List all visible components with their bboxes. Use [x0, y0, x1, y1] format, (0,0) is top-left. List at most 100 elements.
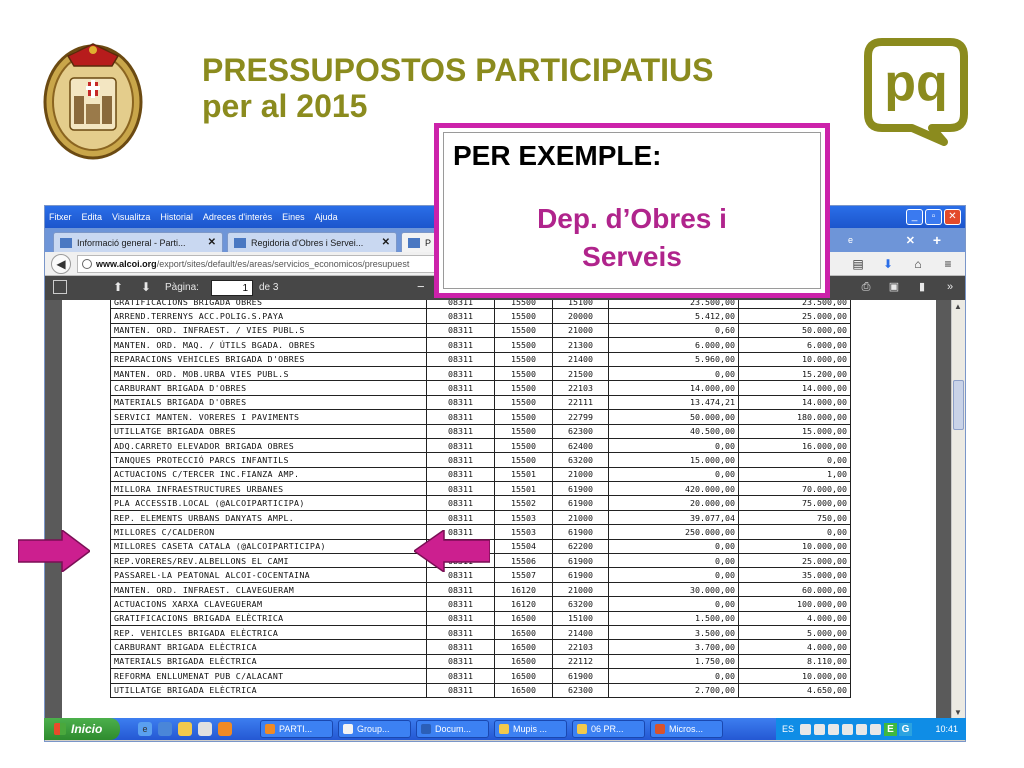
amount-2015: 4.000,00 — [738, 639, 851, 655]
taskbar-item[interactable]: Group... — [338, 720, 411, 738]
start-button[interactable]: Inicio — [44, 718, 120, 740]
download-arrow-icon[interactable]: ⬇ — [879, 255, 897, 273]
amount-2014: 0,00 — [608, 596, 739, 612]
taskbar-item[interactable]: PARTI... — [260, 720, 333, 738]
amount-2015: 6.000,00 — [738, 337, 851, 353]
amount-2015: 70.000,00 — [738, 481, 851, 497]
amount-2015: 15.000,00 — [738, 423, 851, 439]
economic-code: 62300 — [552, 423, 609, 439]
globe-icon — [82, 259, 92, 269]
url-domain: www.alcoi.org — [96, 259, 157, 269]
organic-code: 08311 — [426, 481, 495, 497]
tab-close-icon[interactable]: ✕ — [208, 237, 216, 248]
budget-item-name: REP. ELEMENTS URBANS DANYATS AMPL. — [110, 509, 427, 526]
tray-e-icon[interactable]: E — [884, 722, 898, 736]
outlook-icon[interactable] — [158, 722, 172, 736]
back-arrow-icon[interactable]: ◀ — [51, 254, 71, 274]
organic-code: 08311 — [426, 682, 495, 698]
menu-adreces[interactable]: Adreces d'interès — [203, 212, 272, 222]
tray-help-icon[interactable] — [800, 723, 812, 735]
amount-2015: 25.000,00 — [738, 308, 851, 324]
program-code: 15506 — [494, 553, 553, 569]
amount-2015: 10.000,00 — [738, 668, 851, 684]
tray-monitor-icon[interactable] — [870, 723, 882, 735]
tray-printer-icon[interactable] — [828, 723, 840, 735]
language-indicator[interactable]: ES — [782, 724, 794, 734]
folder-icon[interactable] — [178, 722, 192, 736]
media-icon[interactable] — [198, 722, 212, 736]
ie-icon[interactable]: e — [138, 722, 152, 736]
organic-code: 08311 — [426, 452, 495, 468]
organic-code: 08311 — [426, 308, 495, 324]
minimize-icon[interactable]: _ — [906, 209, 923, 225]
previous-page-icon[interactable]: ⬆ — [113, 280, 123, 294]
taskbar-item[interactable]: 06 PR... — [572, 720, 645, 738]
budget-item-name: ACTUACIONS XARXA CLAVEGUERAM — [110, 596, 427, 612]
menu-eines[interactable]: Eines — [282, 212, 305, 222]
table-row: UTILLATGE BRIGADA OBRES 08311 15500 62300 40… — [110, 423, 851, 439]
budget-item-name: REFORMA ENLLUMENAT PUB C/ALACANT — [110, 668, 427, 684]
amount-2014: 0,60 — [608, 322, 739, 339]
economic-code: 61900 — [552, 553, 609, 569]
tray-security-icon[interactable] — [856, 723, 868, 735]
tray-g-icon[interactable]: G — [899, 722, 913, 736]
program-code: 15504 — [494, 538, 553, 555]
program-code: 16500 — [494, 610, 553, 626]
budget-item-name: PASSAREL·LA PEATONAL ALCOI-COCENTAINA — [110, 567, 427, 583]
menu-fitxer[interactable]: Fitxer — [49, 212, 72, 222]
amount-2014: 3.500,00 — [608, 624, 739, 641]
more-tools-icon[interactable]: » — [943, 280, 957, 294]
amount-2015: 4.650,00 — [738, 682, 851, 698]
bookmark-icon[interactable]: ▮ — [915, 280, 929, 294]
tab-informacio-general[interactable]: Informació general - Parti... ✕ — [53, 232, 223, 252]
vertical-scrollbar[interactable]: ▲ ▼ — [951, 300, 965, 719]
amount-2015: 35.000,00 — [738, 567, 851, 583]
tab-close-icon[interactable]: ✕ — [906, 234, 915, 247]
maximize-icon[interactable]: ▫ — [925, 209, 942, 225]
sidebar-toggle-icon[interactable] — [53, 280, 67, 294]
budget-item-name: MILLORES CASETA CATALA (@ALCOIPARTICIPA) — [110, 538, 427, 555]
close-icon[interactable]: ✕ — [944, 209, 961, 225]
taskbar-item[interactable]: Micros... — [650, 720, 723, 738]
organic-code: 08311 — [426, 409, 495, 425]
tab-regidoria-obres[interactable]: Regidoria d'Obres i Servei... ✕ — [227, 232, 397, 252]
tab-close-icon[interactable]: ✕ — [382, 237, 390, 248]
tray-volume-icon[interactable] — [842, 723, 854, 735]
scroll-down-icon[interactable]: ▼ — [954, 708, 962, 717]
new-tab-plus-icon[interactable]: + — [933, 232, 941, 248]
menu-ajuda[interactable]: Ajuda — [315, 212, 338, 222]
amount-2015: 10.000,00 — [738, 351, 851, 367]
save-icon[interactable]: ▣ — [887, 280, 901, 294]
program-code: 15500 — [494, 437, 553, 454]
economic-code: 22103 — [552, 380, 609, 396]
scrollbar-thumb[interactable] — [953, 380, 964, 430]
table-row: CARBURANT BRIGADA D'OBRES 08311 15500 22103… — [110, 380, 851, 396]
taskbar-item[interactable]: Mupis ... — [494, 720, 567, 738]
economic-code: 21500 — [552, 365, 609, 382]
hamburger-menu-icon[interactable]: ≡ — [939, 255, 957, 273]
firefox-icon[interactable] — [218, 722, 232, 736]
print-icon[interactable]: ⎙ — [859, 280, 873, 294]
tray-network-icon[interactable] — [814, 723, 826, 735]
clipboard-icon[interactable]: ▤ — [849, 255, 867, 273]
amount-2014: 39.077,04 — [608, 509, 739, 526]
menu-historial[interactable]: Historial — [160, 212, 193, 222]
slide-title-line2: per al 2015 — [202, 88, 368, 124]
firefox-icon — [265, 724, 275, 734]
amount-2015: 0,00 — [738, 452, 851, 468]
zoom-out-icon[interactable]: − — [417, 279, 425, 294]
page-number-input[interactable]: 1 — [211, 280, 253, 296]
scroll-up-icon[interactable]: ▲ — [954, 302, 962, 311]
next-page-icon[interactable]: ⬇ — [141, 280, 151, 294]
url-field[interactable]: www.alcoi.org/export/sites/default/es/ar… — [77, 255, 442, 273]
budget-item-name: MANTEN. ORD. MOB.URBA VIES PUBL.S — [110, 365, 427, 382]
amount-2014: 13.474,21 — [608, 394, 739, 411]
home-icon[interactable]: ⌂ — [909, 255, 927, 273]
pdf-document-area[interactable]: GRATIFICACIONS BRIGADA OBRES 08311 15500 15… — [45, 300, 953, 719]
taskbar-item[interactable]: Docum... — [416, 720, 489, 738]
amount-2014: 14.000,00 — [608, 380, 739, 396]
menu-visualitza[interactable]: Visualitza — [112, 212, 150, 222]
amount-2014: 0,00 — [608, 437, 739, 454]
menu-edita[interactable]: Edita — [82, 212, 103, 222]
program-code: 15500 — [494, 423, 553, 439]
